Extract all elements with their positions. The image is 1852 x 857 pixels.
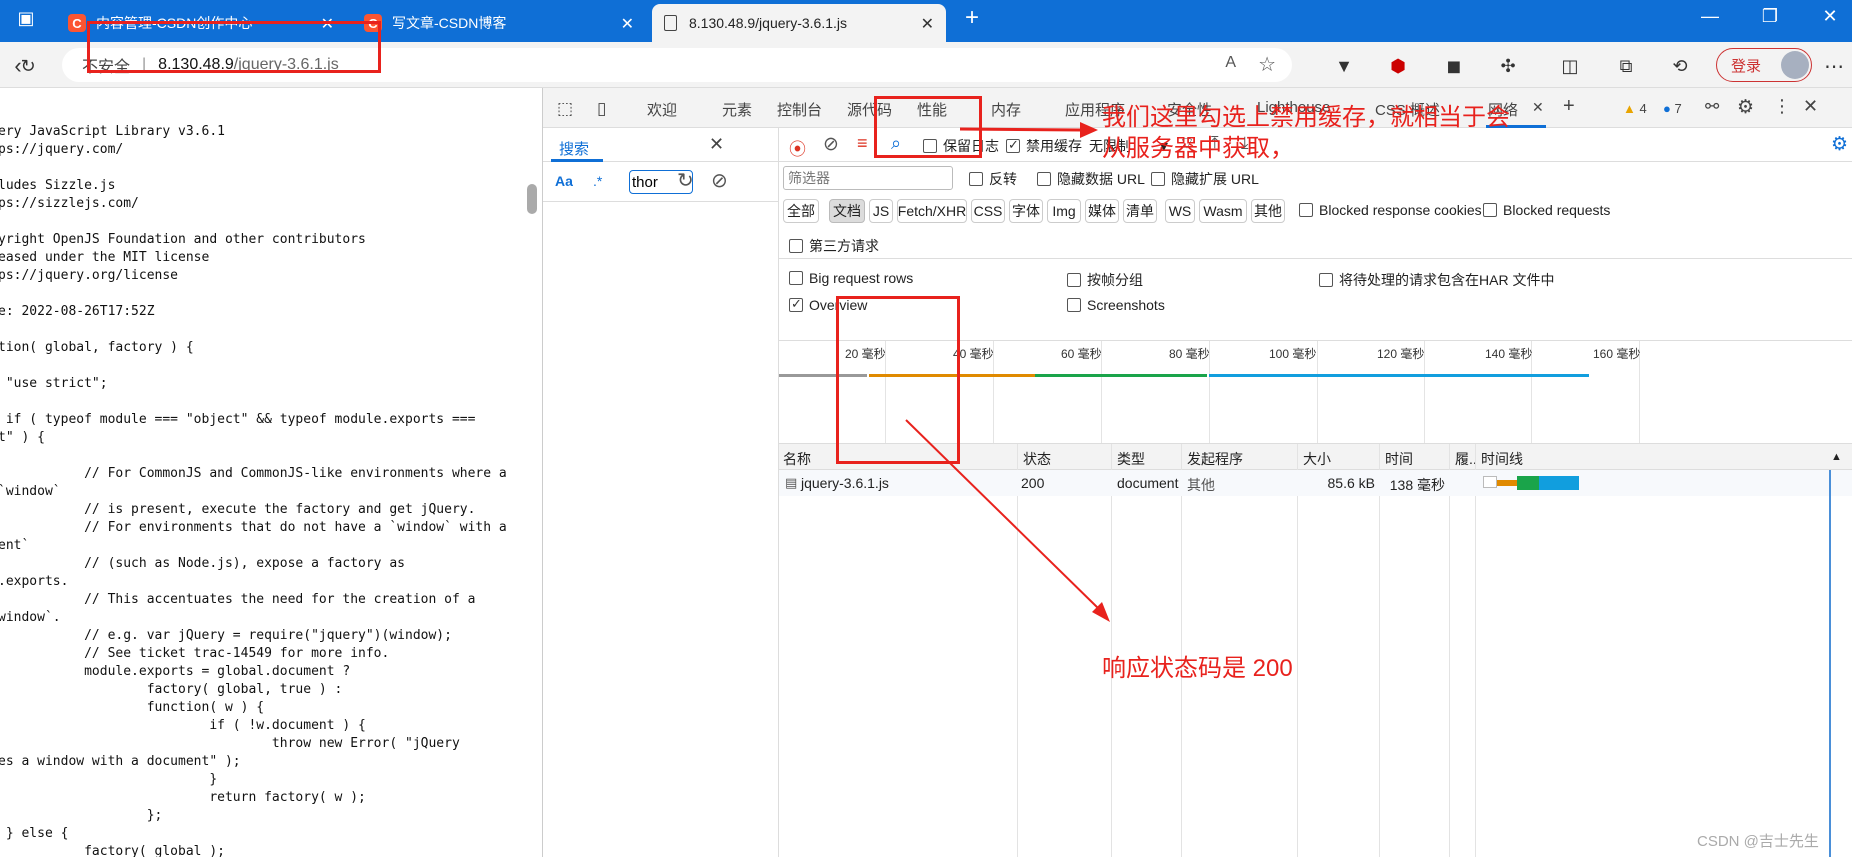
arrow-line [959, 127, 1083, 132]
cache-annotation-line1: 我们这里勾选上禁用缓存，就相当于会 [1102, 104, 1510, 131]
status-annotation: 响应状态码是 200 [1102, 655, 1293, 682]
cache-annotation-line2: 从服务器中获取， [1102, 135, 1294, 162]
arrow-line [905, 419, 1101, 611]
arrowhead [1080, 122, 1098, 138]
annotation-arrows [905, 122, 1110, 622]
watermark: CSDN @吉士先生 [1697, 833, 1819, 850]
